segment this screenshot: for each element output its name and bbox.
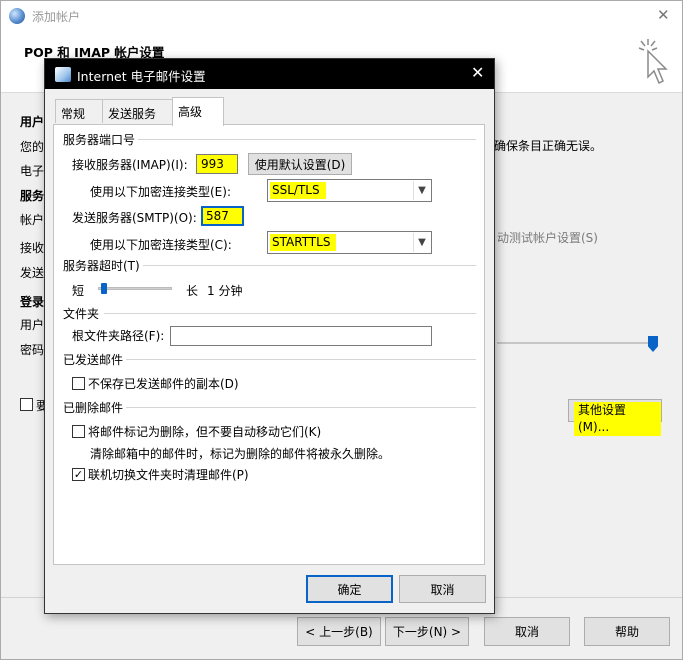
mark-deleted-label: 将邮件标记为删除，但不要自动移动它们(K) [88, 425, 322, 439]
no-sent-copy-label: 不保存已发送邮件的副本(D) [88, 377, 239, 391]
group-divider [104, 313, 476, 314]
offline-slider-track [497, 342, 657, 344]
offline-slider-thumb[interactable] [648, 336, 658, 352]
chevron-down-icon: ▼ [413, 233, 430, 252]
incoming-encryption-label: 使用以下加密连接类型(E): [90, 185, 231, 199]
dialog-cancel-button[interactable]: 取消 [399, 575, 486, 603]
deleted-items-group: 已删除邮件 [63, 399, 127, 416]
outgoing-encryption-select[interactable]: STARTTLS ▼ [267, 231, 432, 254]
click-cursor-icon [638, 39, 668, 85]
wizard-title-bar: 添加帐户 ✕ [1, 1, 682, 31]
group-divider [134, 139, 476, 140]
ok-button[interactable]: 确定 [306, 575, 393, 603]
tab-outgoing-server[interactable]: 发送服务器 [102, 99, 173, 138]
outgoing-port-input[interactable]: 587 [201, 206, 244, 226]
internet-email-settings-dialog: Internet 电子邮件设置 ✕ 常规 发送服务器 高级 服务器端口号 接收服… [44, 58, 495, 614]
row-label: 发送 [20, 266, 45, 280]
wizard-cancel-button[interactable]: 取消 [484, 617, 570, 646]
incoming-port-input[interactable]: 993 [196, 154, 238, 174]
group-divider [126, 359, 476, 360]
row-label: 帐户 [20, 213, 45, 227]
verify-note: 确保条目正确无误。 [494, 139, 603, 153]
group-divider [140, 265, 476, 266]
wizard-title: 添加帐户 [32, 10, 81, 24]
timeout-slider-track [98, 287, 172, 290]
mark-deleted-note: 清除邮箱中的邮件时，标记为删除的邮件将被永久删除。 [90, 447, 391, 461]
dialog-title: Internet 电子邮件设置 [77, 69, 206, 84]
section-login: 登录 [20, 295, 45, 309]
group-divider [126, 407, 476, 408]
tab-general[interactable]: 常规 [55, 99, 103, 123]
row-label: 用户 [20, 318, 45, 332]
chevron-down-icon: ▼ [413, 181, 430, 200]
sent-items-group: 已发送邮件 [63, 351, 127, 368]
more-settings-button[interactable]: 其他设置(M)... [568, 399, 662, 436]
next-button[interactable]: 下一步(N) > [385, 617, 469, 646]
timeout-long-label: 长 [186, 284, 199, 298]
root-folder-input[interactable] [170, 326, 432, 346]
row-label: 密码 [20, 343, 45, 357]
folders-group: 文件夹 [63, 305, 103, 322]
section-user: 用户 [20, 115, 45, 129]
mark-deleted-checkbox[interactable] [72, 425, 85, 438]
row-label: 您的 [20, 140, 45, 154]
incoming-port-label: 接收服务器(IMAP)(I): [72, 158, 188, 172]
close-icon[interactable]: ✕ [471, 64, 484, 82]
close-icon[interactable]: ✕ [657, 6, 670, 24]
timeout-slider-thumb[interactable] [101, 283, 108, 294]
outgoing-encryption-label: 使用以下加密连接类型(C): [90, 238, 232, 252]
incoming-encryption-select[interactable]: SSL/TLS ▼ [267, 179, 432, 202]
server-timeout-group: 服务器超时(T) [63, 257, 143, 274]
remember-checkbox[interactable] [20, 398, 33, 411]
timeout-value: 1 分钟 [207, 284, 243, 298]
purge-on-switch-label: 联机切换文件夹时清理邮件(P) [88, 468, 249, 482]
outlook-globe-icon [9, 8, 25, 24]
back-button[interactable]: < 上一步(B) [297, 617, 381, 646]
use-defaults-button[interactable]: 使用默认设置(D) [248, 153, 352, 175]
row-label: 接收 [20, 241, 45, 255]
no-sent-copy-checkbox[interactable] [72, 377, 85, 390]
dialog-title-bar: Internet 电子邮件设置 ✕ [45, 59, 494, 89]
tab-advanced[interactable]: 高级 [172, 97, 224, 126]
server-ports-group: 服务器端口号 [63, 131, 139, 148]
purge-on-switch-checkbox[interactable]: ✓ [72, 468, 85, 481]
section-server: 服务 [20, 189, 45, 203]
outgoing-port-label: 发送服务器(SMTP)(O): [72, 211, 197, 225]
row-label: 电子 [20, 164, 45, 178]
root-folder-label: 根文件夹路径(F): [72, 329, 165, 343]
auto-test-label: 动测试帐户设置(S) [497, 231, 598, 245]
advanced-tab-panel: 服务器端口号 接收服务器(IMAP)(I): 993 使用默认设置(D) 使用以… [53, 124, 485, 565]
help-button[interactable]: 帮助 [584, 617, 670, 646]
timeout-short-label: 短 [72, 284, 85, 298]
settings-window-icon [55, 67, 71, 82]
